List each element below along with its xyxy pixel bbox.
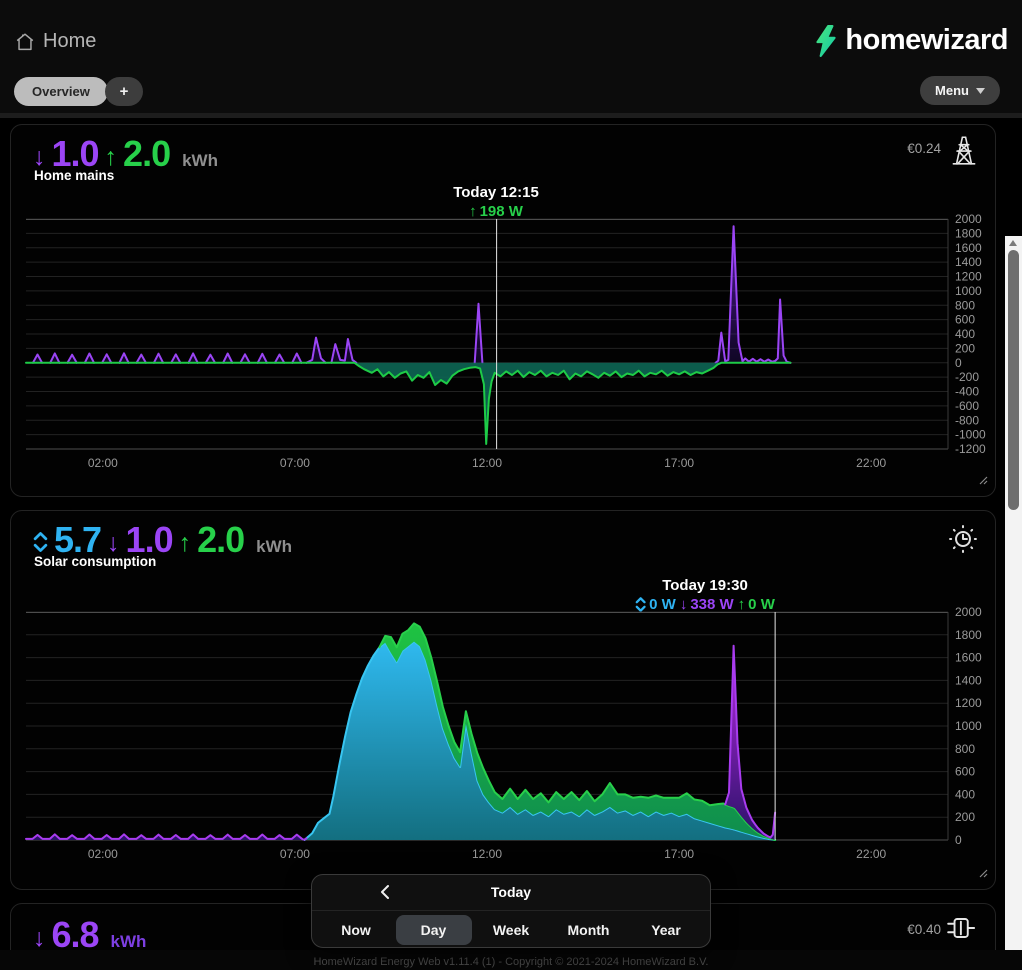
- svg-text:1800: 1800: [955, 628, 982, 642]
- export-kwh-value: 2.0: [123, 133, 171, 174]
- svg-text:12:00: 12:00: [472, 456, 502, 470]
- app-header: Home homewizard Overview + Menu: [0, 0, 1022, 113]
- period-title: Today: [490, 884, 532, 900]
- solar-consumption-chart[interactable]: 200018001600140012001000800600400200002:…: [25, 605, 1006, 872]
- svg-text:22:00: 22:00: [856, 456, 886, 470]
- svg-text:-400: -400: [955, 385, 979, 399]
- svg-text:-800: -800: [955, 413, 979, 427]
- footer-text: HomeWizard Energy Web v1.11.4 (1) - Copy…: [313, 956, 709, 968]
- svg-text:02:00: 02:00: [88, 847, 118, 861]
- house-icon: [16, 32, 34, 50]
- svg-text:800: 800: [955, 742, 975, 756]
- add-dashboard-button[interactable]: +: [105, 77, 143, 106]
- transmission-tower-icon: [947, 131, 981, 174]
- chart-tooltip: Today 12:15 ↑ 198 W: [453, 183, 539, 221]
- scroll-up-icon[interactable]: [1009, 240, 1017, 246]
- tooltip-time: Today 19:30: [662, 577, 748, 594]
- period-header: Today: [312, 875, 710, 911]
- svg-text:0: 0: [955, 833, 962, 847]
- svg-text:17:00: 17:00: [664, 456, 694, 470]
- scrollbar[interactable]: [1005, 236, 1022, 950]
- card-solar-consumption: 5.7 ↓ 1.0 ↑ 2.0 kWh Solar consumption To…: [10, 510, 996, 890]
- card-home-mains: ↓ 1.0 ↑ 2.0 kWh €0.24 Home mains Today 1…: [10, 124, 996, 497]
- card3-headline: ↓ 6.8 kWh: [33, 914, 146, 950]
- svg-text:200: 200: [955, 810, 975, 824]
- chart-tooltip: Today 19:30 0 W ↓ 338 W ↑ 0 W: [635, 576, 775, 614]
- updown-icon: [635, 597, 646, 612]
- svg-text:12:00: 12:00: [472, 847, 502, 861]
- resize-handle-icon[interactable]: [977, 472, 988, 490]
- homewizard-logo: homewizard: [813, 24, 1008, 57]
- kwh-unit-label: kWh: [182, 151, 218, 170]
- svg-text:-1200: -1200: [955, 442, 986, 456]
- svg-text:1200: 1200: [955, 270, 982, 284]
- svg-text:17:00: 17:00: [664, 847, 694, 861]
- scrollbar-thumb[interactable]: [1008, 250, 1019, 510]
- period-panel: Today Now Day Week Month Year: [311, 874, 711, 948]
- svg-text:2000: 2000: [955, 212, 982, 226]
- svg-text:1000: 1000: [955, 284, 982, 298]
- tab-year[interactable]: Year: [628, 915, 704, 945]
- plug-icon: [945, 914, 981, 947]
- period-tabs: Now Day Week Month Year: [312, 911, 710, 949]
- svg-text:1600: 1600: [955, 651, 982, 665]
- svg-text:1800: 1800: [955, 226, 982, 240]
- tab-day[interactable]: Day: [395, 915, 472, 945]
- svg-text:-600: -600: [955, 399, 979, 413]
- svg-text:400: 400: [955, 327, 975, 341]
- svg-text:2000: 2000: [955, 605, 982, 619]
- app-footer: HomeWizard Energy Web v1.11.4 (1) - Copy…: [0, 950, 1022, 970]
- svg-text:600: 600: [955, 765, 975, 779]
- tab-now[interactable]: Now: [318, 915, 394, 945]
- tab-month[interactable]: Month: [551, 915, 627, 945]
- svg-text:02:00: 02:00: [88, 456, 118, 470]
- card-title: Home mains: [34, 168, 115, 183]
- svg-text:-1000: -1000: [955, 428, 986, 442]
- breadcrumb-label: Home: [43, 30, 97, 52]
- svg-text:800: 800: [955, 298, 975, 312]
- resize-handle-icon[interactable]: [977, 865, 988, 883]
- svg-text:22:00: 22:00: [856, 847, 886, 861]
- arrow-down-icon: ↓: [33, 924, 46, 950]
- svg-text:1600: 1600: [955, 241, 982, 255]
- logo-text: homewizard: [845, 24, 1008, 56]
- tooltip-time: Today 12:15: [453, 184, 539, 201]
- breadcrumb[interactable]: Home: [14, 30, 96, 53]
- caret-down-icon: [976, 87, 985, 94]
- bolt-icon: [816, 24, 837, 57]
- tab-week[interactable]: Week: [473, 915, 549, 945]
- menu-label: Menu: [935, 83, 969, 98]
- svg-text:-200: -200: [955, 370, 979, 384]
- app-window: Home homewizard Overview + Menu ↓ 1.0 ↑ …: [0, 0, 1022, 970]
- cost-value: €0.40: [907, 922, 941, 937]
- svg-text:1000: 1000: [955, 719, 982, 733]
- kwh-unit-label: kWh: [110, 932, 147, 950]
- svg-text:1200: 1200: [955, 696, 982, 710]
- kwh-unit-label: kWh: [256, 537, 293, 556]
- sun-clock-icon: [945, 521, 981, 562]
- overview-tab-button[interactable]: Overview: [14, 77, 108, 106]
- consumption-kwh-value: 6.8: [51, 914, 100, 950]
- svg-text:0: 0: [955, 356, 962, 370]
- svg-text:07:00: 07:00: [280, 456, 310, 470]
- export-kwh-value: 2.0: [197, 519, 245, 560]
- card-title: Solar consumption: [34, 554, 157, 569]
- svg-text:1400: 1400: [955, 673, 982, 687]
- svg-text:1400: 1400: [955, 255, 982, 269]
- svg-text:400: 400: [955, 787, 975, 801]
- svg-text:07:00: 07:00: [280, 847, 310, 861]
- cost-value: €0.24: [907, 141, 941, 156]
- dashboard-content: ↓ 1.0 ↑ 2.0 kWh €0.24 Home mains Today 1…: [0, 118, 1022, 950]
- svg-text:200: 200: [955, 341, 975, 355]
- svg-text:600: 600: [955, 313, 975, 327]
- home-mains-chart[interactable]: 2000180016001400120010008006004002000-20…: [25, 212, 1006, 481]
- arrow-up-icon: ↑: [178, 529, 192, 557]
- menu-button[interactable]: Menu: [920, 76, 1000, 105]
